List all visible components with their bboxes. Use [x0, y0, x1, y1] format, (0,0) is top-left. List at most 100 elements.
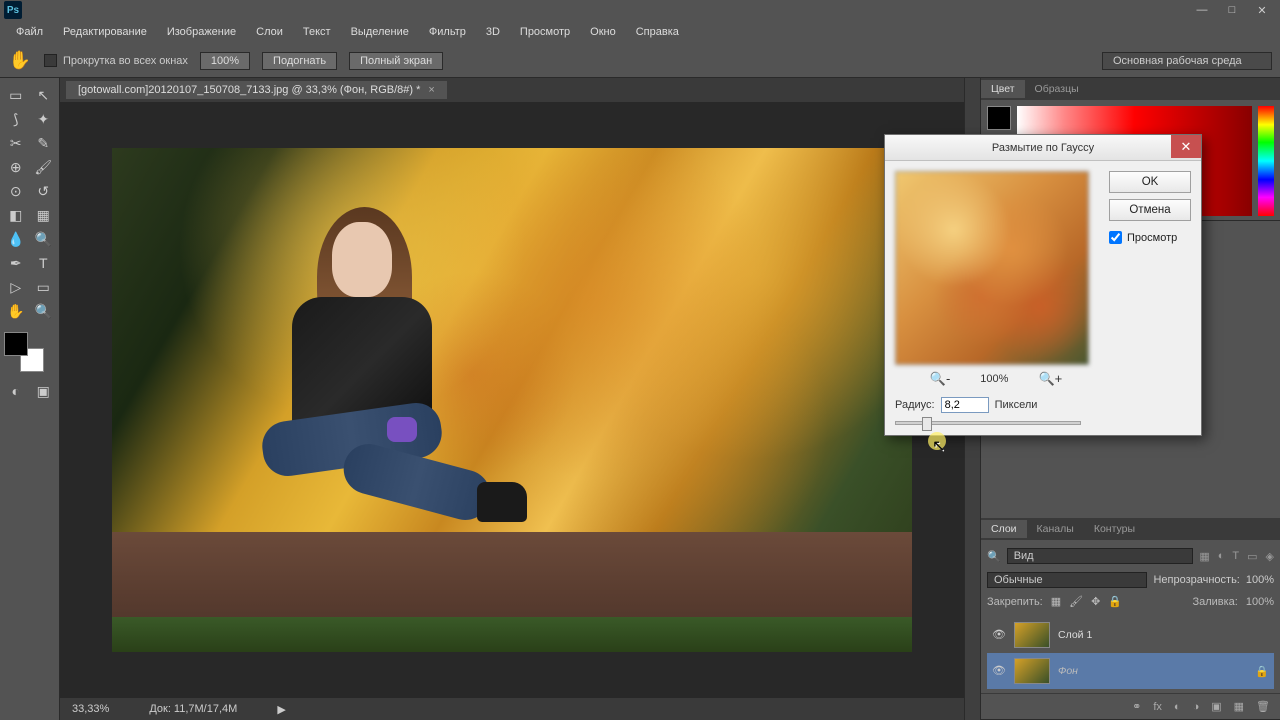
fill-label: Заливка: — [1192, 596, 1237, 608]
menu-file[interactable]: Файл — [8, 24, 51, 40]
filter-icon[interactable]: ◐ — [1218, 550, 1225, 563]
color-swatch-box[interactable] — [987, 106, 1011, 130]
wand-tool[interactable]: ✦ — [32, 108, 56, 130]
zoom-100-button[interactable]: 100% — [200, 52, 250, 70]
menu-layers[interactable]: Слои — [248, 24, 291, 40]
dialog-titlebar[interactable]: Размытие по Гауссу ✕ — [885, 135, 1201, 161]
fullscreen-button[interactable]: Полный экран — [349, 52, 443, 70]
trash-icon[interactable]: 🗑 — [1256, 700, 1270, 713]
layer-row[interactable]: 👁 Слой 1 — [987, 617, 1274, 653]
zoom-in-icon[interactable]: 🔍+ — [1038, 371, 1062, 387]
tab-layers[interactable]: Слои — [981, 520, 1027, 538]
dialog-title: Размытие по Гауссу — [992, 142, 1094, 154]
dodge-tool[interactable]: 🔍 — [32, 228, 56, 250]
type-tool[interactable]: T — [32, 252, 56, 274]
tab-close-icon[interactable]: × — [428, 84, 434, 96]
blur-tool[interactable]: 💧 — [4, 228, 28, 250]
quickmask-button[interactable]: ◐ — [4, 380, 28, 402]
search-icon[interactable]: 🔍 — [987, 550, 1001, 563]
layer-row[interactable]: 👁 Фон 🔒 — [987, 653, 1274, 689]
filter-icon[interactable]: ▭ — [1247, 550, 1257, 563]
layers-panel: Слои Каналы Контуры 🔍 Вид ▦ ◐ T ▭ ◈ — [981, 518, 1280, 720]
document-canvas[interactable] — [112, 148, 912, 652]
stamp-tool[interactable]: ⊙ — [4, 180, 28, 202]
tab-paths[interactable]: Контуры — [1084, 520, 1145, 538]
eraser-tool[interactable]: ◧ — [4, 204, 28, 226]
screenmode-button[interactable]: ▣ — [32, 380, 56, 402]
close-button[interactable]: ✕ — [1248, 2, 1276, 18]
menu-window[interactable]: Окно — [582, 24, 624, 40]
visibility-icon[interactable]: 👁 — [992, 664, 1006, 678]
slider-thumb[interactable] — [922, 417, 932, 431]
radius-input[interactable] — [941, 397, 989, 413]
cancel-button[interactable]: Отмена — [1109, 199, 1191, 221]
dialog-close-button[interactable]: ✕ — [1171, 135, 1201, 158]
filter-icon[interactable]: ▦ — [1199, 550, 1209, 563]
group-icon[interactable]: ▣ — [1211, 700, 1221, 713]
blur-preview[interactable] — [895, 171, 1089, 365]
menu-3d[interactable]: 3D — [478, 24, 508, 40]
hand-tool[interactable]: ✋ — [4, 300, 28, 322]
shape-tool[interactable]: ▭ — [32, 276, 56, 298]
menu-help[interactable]: Справка — [628, 24, 687, 40]
menu-view[interactable]: Просмотр — [512, 24, 578, 40]
tab-channels[interactable]: Каналы — [1027, 520, 1084, 538]
filter-icon[interactable]: ◈ — [1266, 550, 1274, 563]
marquee-tool[interactable]: ▭ — [4, 84, 28, 106]
menubar: Файл Редактирование Изображение Слои Тек… — [0, 20, 1280, 44]
filter-icon[interactable]: T — [1232, 550, 1239, 563]
link-icon[interactable]: ⚭ — [1132, 700, 1141, 713]
layer-kind-dropdown[interactable]: Вид — [1007, 548, 1194, 564]
hue-strip[interactable] — [1258, 106, 1274, 216]
visibility-icon[interactable]: 👁 — [992, 628, 1006, 642]
menu-select[interactable]: Выделение — [343, 24, 417, 40]
lock-paint-icon[interactable]: 🖌 — [1069, 595, 1083, 608]
mask-icon[interactable]: ◐ — [1174, 701, 1181, 713]
menu-edit[interactable]: Редактирование — [55, 24, 155, 40]
layer-thumbnail[interactable] — [1014, 658, 1050, 684]
pen-tool[interactable]: ✒ — [4, 252, 28, 274]
path-tool[interactable]: ▷ — [4, 276, 28, 298]
new-layer-icon[interactable]: ▦ — [1234, 700, 1244, 713]
lasso-tool[interactable]: ⟆ — [4, 108, 28, 130]
preview-checkbox[interactable] — [1109, 231, 1122, 244]
tab-color[interactable]: Цвет — [981, 80, 1025, 98]
eyedropper-tool[interactable]: ✎ — [32, 132, 56, 154]
tab-swatches[interactable]: Образцы — [1025, 80, 1089, 98]
minimize-button[interactable]: — — [1188, 2, 1216, 18]
lock-trans-icon[interactable]: ▦ — [1051, 595, 1061, 608]
menu-text[interactable]: Текст — [295, 24, 339, 40]
lock-pos-icon[interactable]: ✥ — [1091, 595, 1100, 608]
heal-tool[interactable]: ⊕ — [4, 156, 28, 178]
document-tab[interactable]: [gotowall.com]20120107_150708_7133.jpg @… — [66, 81, 447, 99]
radius-slider[interactable] — [895, 421, 1081, 425]
layer-thumbnail[interactable] — [1014, 622, 1050, 648]
crop-tool[interactable]: ✂ — [4, 132, 28, 154]
layer-name[interactable]: Фон — [1058, 665, 1078, 677]
menu-filter[interactable]: Фильтр — [421, 24, 474, 40]
maximize-button[interactable]: □ — [1218, 2, 1246, 18]
history-brush-tool[interactable]: ↺ — [32, 180, 56, 202]
menu-image[interactable]: Изображение — [159, 24, 244, 40]
fill-value[interactable]: 100% — [1246, 596, 1274, 608]
layer-name[interactable]: Слой 1 — [1058, 629, 1092, 641]
workspace-dropdown[interactable]: Основная рабочая среда — [1102, 52, 1272, 70]
opacity-value[interactable]: 100% — [1246, 574, 1274, 586]
fit-button[interactable]: Подогнать — [262, 52, 337, 70]
ok-button[interactable]: OK — [1109, 171, 1191, 193]
foreground-color[interactable] — [4, 332, 28, 356]
blend-mode-dropdown[interactable]: Обычные — [987, 572, 1147, 588]
move-tool[interactable]: ↖ — [32, 84, 56, 106]
color-swatch[interactable] — [4, 332, 44, 372]
scroll-all-checkbox[interactable] — [44, 54, 57, 67]
adjust-icon[interactable]: ◑ — [1193, 701, 1200, 713]
status-arrow-icon[interactable]: ▶ — [277, 703, 285, 716]
fx-icon[interactable]: fx — [1153, 701, 1162, 713]
brush-tool[interactable]: 🖌 — [32, 156, 56, 178]
zoom-out-icon[interactable]: 🔍- — [930, 371, 951, 387]
lock-all-icon[interactable]: 🔒 — [1108, 595, 1122, 608]
lock-label: Закрепить: — [987, 596, 1043, 608]
zoom-tool[interactable]: 🔍 — [32, 300, 56, 322]
canvas-viewport[interactable] — [60, 102, 964, 698]
gradient-tool[interactable]: ▦ — [32, 204, 56, 226]
